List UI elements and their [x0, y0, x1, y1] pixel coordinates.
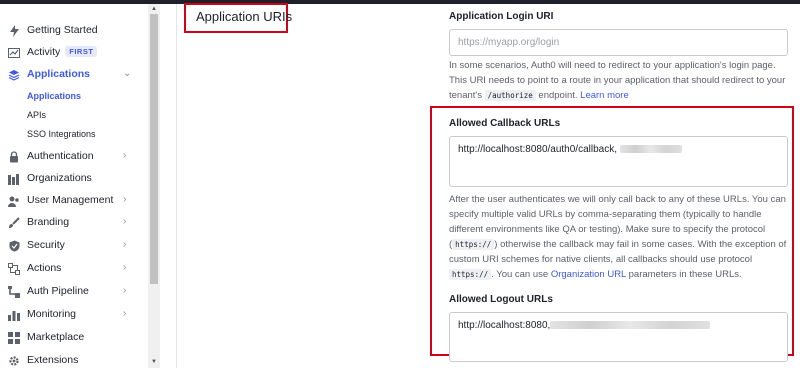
- sidebar-item-getting-started[interactable]: Getting Started: [0, 20, 148, 42]
- sidebar-item-authentication[interactable]: Authentication ›: [0, 146, 148, 168]
- sidebar-item-label: Organizations: [27, 172, 92, 184]
- layers-icon: [8, 69, 20, 81]
- logout-urls-value: http://localhost:8080,: [458, 320, 551, 331]
- sidebar-item-auth-pipeline[interactable]: Auth Pipeline ›: [0, 281, 148, 303]
- sidebar-item-label: Activity: [27, 46, 61, 58]
- chevron-right-icon: ›: [123, 150, 127, 161]
- callback-urls-value: http://localhost:8080/auth0/callback,: [458, 144, 617, 155]
- logout-urls-textarea[interactable]: http://localhost:8080,: [449, 312, 788, 362]
- sidebar-item-monitoring[interactable]: Monitoring ›: [0, 304, 148, 326]
- brush-icon: [8, 217, 20, 229]
- redacted-text: [550, 321, 711, 330]
- shield-icon: [8, 240, 20, 252]
- sidebar-item-label: Actions: [27, 262, 62, 274]
- chevron-right-icon: ›: [123, 285, 127, 296]
- sidebar-item-user-management[interactable]: User Management ›: [0, 190, 148, 212]
- building-icon: [8, 173, 20, 185]
- chevron-right-icon: ›: [123, 194, 127, 205]
- callback-help-text-3: . You can use: [491, 269, 551, 280]
- sidebar-item-label: Security: [27, 239, 65, 251]
- pipeline-icon: [8, 286, 20, 298]
- callback-help-text-4: parameters in these URLs.: [625, 269, 742, 280]
- login-uri-placeholder: https://myapp.org/login: [458, 37, 560, 48]
- sidebar-subitem-apis[interactable]: APIs: [27, 110, 46, 120]
- sidebar-item-label: Extensions: [27, 354, 79, 366]
- callback-urls-help: After the user authenticates we will onl…: [449, 192, 789, 282]
- flow-icon: [8, 263, 20, 275]
- login-uri-label: Application Login URI: [449, 11, 554, 22]
- first-badge: FIRST: [65, 46, 98, 57]
- chevron-right-icon: ›: [123, 262, 127, 273]
- callback-help-text-2: ) otherwise the callback may fail in som…: [449, 239, 787, 265]
- redacted-text: [619, 145, 682, 154]
- organization-url-link[interactable]: Organization URL: [551, 269, 626, 280]
- sidebar-item-label: Branding: [27, 216, 70, 228]
- users-icon: [8, 195, 20, 207]
- activity-chart-icon: [8, 47, 20, 59]
- authorize-code: /authorize: [484, 90, 536, 101]
- chevron-down-icon: ⌄: [123, 68, 132, 79]
- login-uri-help-text-2: endpoint.: [535, 90, 581, 101]
- sidebar-item-actions[interactable]: Actions ›: [0, 258, 148, 280]
- sidebar-item-label: Auth Pipeline: [27, 285, 89, 297]
- scroll-down-arrow-icon[interactable]: ▼: [148, 357, 160, 367]
- bar-chart-icon: [8, 309, 20, 321]
- chevron-right-icon: ›: [123, 239, 127, 250]
- sidebar-item-extensions[interactable]: Extensions: [0, 350, 148, 372]
- chevron-right-icon: ›: [123, 308, 127, 319]
- lightning-icon: [8, 25, 20, 37]
- sidebar: Getting Started Activity FIRST Applicatio…: [0, 4, 148, 368]
- https-code-1: https://: [452, 239, 495, 250]
- sidebar-subitem-applications[interactable]: Applications: [27, 91, 81, 101]
- callback-urls-label: Allowed Callback URLs: [449, 118, 561, 129]
- chevron-right-icon: ›: [123, 216, 127, 227]
- sidebar-item-label: Monitoring: [27, 308, 77, 320]
- sidebar-scrollbar-thumb[interactable]: [150, 14, 158, 284]
- callback-urls-textarea[interactable]: http://localhost:8080/auth0/callback,: [449, 136, 788, 187]
- scroll-up-arrow-icon[interactable]: ▲: [148, 4, 160, 14]
- login-uri-help: In some scenarios, Auth0 will need to re…: [449, 58, 789, 103]
- sidebar-item-label: Marketplace: [27, 331, 85, 343]
- login-uri-input[interactable]: https://myapp.org/login: [449, 29, 788, 56]
- section-title: Application URIs: [196, 9, 293, 24]
- grid-icon: [8, 332, 20, 344]
- learn-more-link[interactable]: Learn more: [580, 90, 629, 101]
- lock-icon: [8, 151, 20, 163]
- sidebar-item-marketplace[interactable]: Marketplace: [0, 327, 148, 349]
- https-code-2: https://: [449, 269, 492, 280]
- sidebar-item-label: Getting Started: [27, 24, 98, 36]
- sidebar-item-applications[interactable]: Applications ⌄: [0, 64, 148, 86]
- sidebar-subitem-sso-integrations[interactable]: SSO Integrations: [27, 129, 96, 139]
- sidebar-item-activity[interactable]: Activity FIRST: [0, 42, 148, 64]
- content-divider: [176, 4, 177, 368]
- sidebar-item-label: Authentication: [27, 150, 94, 162]
- sidebar-item-security[interactable]: Security ›: [0, 235, 148, 257]
- logout-urls-label: Allowed Logout URLs: [449, 294, 553, 305]
- sidebar-item-label: Applications: [27, 68, 91, 80]
- sidebar-item-organizations[interactable]: Organizations: [0, 168, 148, 190]
- sidebar-item-branding[interactable]: Branding ›: [0, 212, 148, 234]
- gear-icon: [8, 355, 20, 367]
- sidebar-item-label: User Management: [27, 194, 114, 206]
